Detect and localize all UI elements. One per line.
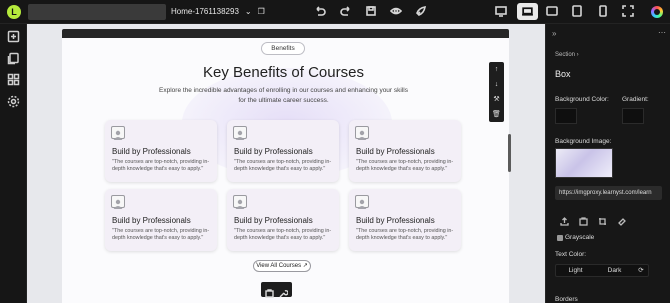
card-description: "The courses are top-notch, providing in…	[356, 228, 454, 241]
top-toolbar: L Home-1761138293 ⌄ ❐	[0, 0, 670, 24]
card-title: Build by Professionals	[234, 216, 313, 225]
page-name: Home-1761138293	[171, 7, 239, 16]
element-name: Box	[555, 69, 571, 79]
editor-canvas: Benefits Key Benefits of Courses Explore…	[27, 24, 545, 303]
section-toolbar: ↑ ↓ ⚒ 🗑	[489, 62, 504, 122]
image-placeholder-icon	[233, 195, 247, 209]
card-description: "The courses are top-notch, providing in…	[112, 159, 210, 172]
card-title: Build by Professionals	[356, 147, 435, 156]
reset-icon[interactable]: ⟳	[634, 265, 648, 276]
media-library-icon[interactable]	[579, 213, 588, 226]
edit-wrench-icon[interactable]: ⚒	[492, 95, 501, 104]
publish-rocket-icon[interactable]	[414, 5, 428, 19]
move-up-icon[interactable]: ↑	[492, 65, 501, 74]
image-placeholder-icon	[111, 126, 125, 140]
view-all-courses-button[interactable]: View All Courses ↗	[253, 260, 311, 272]
canvas-scrollbar[interactable]	[508, 134, 511, 172]
clear-eraser-icon[interactable]	[617, 213, 626, 226]
section-badge[interactable]: Benefits	[261, 42, 305, 55]
top-search-field[interactable]	[28, 4, 166, 20]
text-color-dark-option[interactable]: Dark	[595, 265, 634, 276]
desktop-view-icon[interactable]	[494, 5, 508, 19]
settings-gear-icon[interactable]	[7, 95, 20, 108]
benefit-card[interactable]: Build by Professionals "The courses are …	[105, 120, 217, 182]
gradient-label: Gradient:	[622, 96, 649, 103]
element-toolbar	[261, 282, 292, 298]
card-title: Build by Professionals	[112, 216, 191, 225]
preview-eye-icon[interactable]	[389, 5, 403, 19]
benefit-card[interactable]: Build by Professionals "The courses are …	[349, 189, 461, 251]
text-color-toggle: Light Dark ⟳	[555, 264, 649, 277]
tablet-portrait-icon[interactable]	[570, 5, 584, 19]
properties-panel: » ⋯ Section › Box Background Color: Grad…	[545, 24, 670, 303]
editor-app: L Home-1761138293 ⌄ ❐ Benefits Key Benef…	[0, 0, 670, 303]
more-options-icon[interactable]: ⋯	[658, 28, 666, 37]
grayscale-checkbox[interactable]	[557, 235, 563, 241]
grayscale-label: Grayscale	[565, 234, 595, 241]
card-description: "The courses are top-notch, providing in…	[234, 228, 332, 241]
browser-frame-bar	[62, 29, 509, 38]
left-sidebar	[0, 24, 27, 303]
layers-grid-icon[interactable]	[7, 73, 20, 86]
background-image-label: Background Image:	[555, 138, 612, 145]
crop-icon[interactable]	[598, 213, 607, 225]
section-breadcrumb[interactable]: Section ›	[555, 52, 579, 58]
text-color-light-option[interactable]: Light	[556, 265, 595, 276]
image-placeholder-icon	[111, 195, 125, 209]
image-placeholder-icon	[355, 126, 369, 140]
section-subtitle[interactable]: Explore the incredible advantages of enr…	[157, 86, 410, 106]
page-selector[interactable]: Home-1761138293 ⌄ ❐	[171, 4, 265, 20]
image-placeholder-icon	[233, 126, 247, 140]
gradient-swatch[interactable]	[622, 108, 644, 124]
benefit-card[interactable]: Build by Professionals "The courses are …	[105, 189, 217, 251]
move-down-icon[interactable]: ↓	[492, 80, 501, 89]
card-title: Build by Professionals	[112, 147, 191, 156]
next-section-heading: Borders	[555, 296, 578, 303]
laptop-view-button[interactable]	[517, 3, 538, 20]
benefit-card[interactable]: Build by Professionals "The courses are …	[227, 189, 339, 251]
card-title: Build by Professionals	[234, 147, 313, 156]
page-preview[interactable]: Benefits Key Benefits of Courses Explore…	[62, 38, 509, 303]
upload-icon[interactable]	[560, 213, 569, 226]
add-element-icon[interactable]	[7, 30, 20, 43]
pages-icon[interactable]	[7, 52, 20, 65]
background-color-label: Background Color:	[555, 96, 609, 103]
card-description: "The courses are top-notch, providing in…	[234, 159, 332, 172]
text-color-label: Text Color:	[555, 251, 587, 258]
edit-wrench-icon[interactable]	[279, 285, 289, 298]
redo-icon[interactable]	[339, 5, 353, 19]
copy-icon[interactable]: ❐	[258, 4, 265, 20]
tablet-landscape-icon[interactable]	[545, 5, 559, 19]
collapse-panel-icon[interactable]: »	[552, 29, 556, 38]
benefit-card[interactable]: Build by Professionals "The courses are …	[227, 120, 339, 182]
chevron-down-icon: ⌄	[244, 7, 252, 16]
theme-color-icon[interactable]	[651, 6, 663, 18]
image-url-input[interactable]: https://imgproxy.learnyst.com/learn	[555, 186, 662, 200]
card-title: Build by Professionals	[356, 216, 435, 225]
undo-icon[interactable]	[313, 5, 327, 19]
save-icon[interactable]	[364, 5, 378, 19]
fullscreen-icon[interactable]	[621, 5, 635, 19]
card-description: "The courses are top-notch, providing in…	[112, 228, 210, 241]
card-description: "The courses are top-notch, providing in…	[356, 159, 454, 172]
mobile-view-icon[interactable]	[596, 5, 610, 19]
app-logo[interactable]: L	[7, 5, 21, 19]
select-parent-icon[interactable]	[265, 285, 274, 298]
benefit-card[interactable]: Build by Professionals "The courses are …	[349, 120, 461, 182]
delete-trash-icon[interactable]: 🗑	[492, 110, 501, 119]
background-color-swatch[interactable]	[555, 108, 577, 124]
section-title[interactable]: Key Benefits of Courses	[62, 64, 505, 81]
image-placeholder-icon	[355, 195, 369, 209]
background-image-preview[interactable]	[555, 148, 613, 178]
